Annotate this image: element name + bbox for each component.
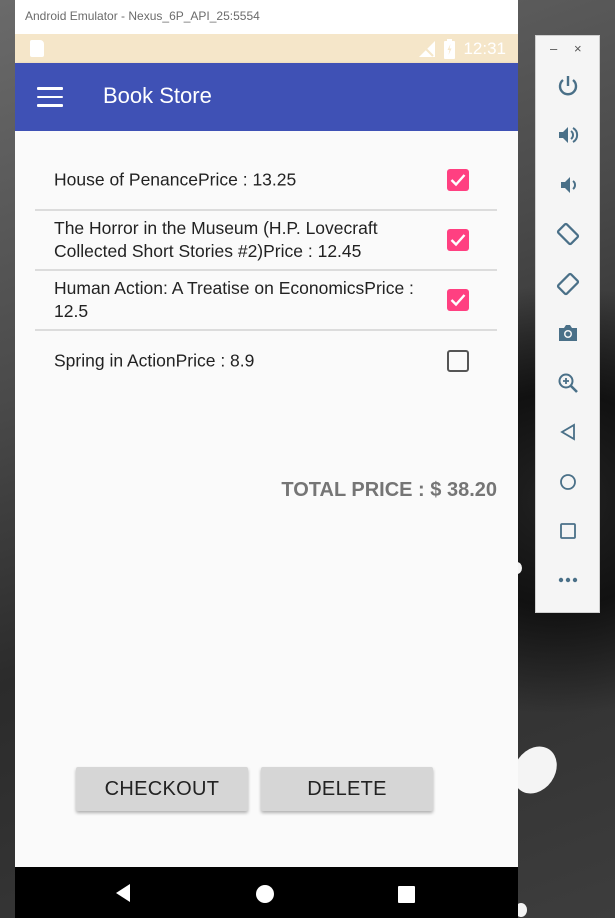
book-checkbox[interactable] <box>447 169 469 191</box>
camera-icon[interactable] <box>556 321 580 345</box>
emulator-window: Android Emulator - Nexus_6P_API_25:5554 … <box>15 0 518 918</box>
book-list-item[interactable]: The Horror in the Museum (H.P. Lovecraft… <box>35 211 497 271</box>
minimize-button[interactable]: – <box>550 41 557 56</box>
sd-card-icon <box>30 40 44 57</box>
more-icon[interactable] <box>556 568 580 592</box>
delete-button[interactable]: DELETE <box>261 767 433 811</box>
status-icons: 12:31 <box>416 39 506 59</box>
checkout-button[interactable]: CHECKOUT <box>76 767 248 811</box>
volume-up-icon[interactable] <box>556 123 580 147</box>
book-list-item[interactable]: Spring in ActionPrice : 8.9 <box>35 331 497 391</box>
book-label: The Horror in the Museum (H.P. Lovecraft… <box>54 218 378 261</box>
book-label: House of PenancePrice : 13.25 <box>54 169 297 190</box>
close-button[interactable]: × <box>574 41 582 56</box>
battery-icon <box>444 39 456 59</box>
book-list-item[interactable]: Human Action: A Treatise on EconomicsPri… <box>35 271 497 331</box>
book-list: House of PenancePrice : 13.25 The Horror… <box>35 151 497 391</box>
emulator-side-toolbar: – × <box>535 35 600 613</box>
back-icon[interactable] <box>556 420 580 444</box>
book-label: Human Action: A Treatise on EconomicsPri… <box>54 278 414 321</box>
navigation-bar <box>15 867 518 918</box>
home-icon[interactable] <box>256 885 274 903</box>
book-checkbox[interactable] <box>447 350 469 372</box>
window-title: Android Emulator - Nexus_6P_API_25:5554 <box>25 9 260 23</box>
home-icon[interactable] <box>556 470 580 494</box>
recents-icon[interactable] <box>398 886 415 903</box>
main-content: House of PenancePrice : 13.25 The Horror… <box>15 131 518 867</box>
overview-icon[interactable] <box>556 519 580 543</box>
app-bar: Book Store <box>15 63 518 131</box>
book-label: Spring in ActionPrice : 8.9 <box>54 350 255 371</box>
rotate-left-icon[interactable] <box>556 222 580 246</box>
power-icon[interactable] <box>556 74 580 98</box>
signal-icon <box>416 40 436 58</box>
back-icon[interactable] <box>115 883 131 908</box>
book-checkbox[interactable] <box>447 289 469 311</box>
menu-icon[interactable] <box>37 87 63 107</box>
volume-down-icon[interactable] <box>556 173 580 197</box>
book-list-item[interactable]: House of PenancePrice : 13.25 <box>35 151 497 211</box>
rotate-right-icon[interactable] <box>556 272 580 296</box>
app-title: Book Store <box>103 83 212 108</box>
book-checkbox[interactable] <box>447 229 469 251</box>
status-clock: 12:31 <box>463 39 506 58</box>
total-price: TOTAL PRICE : $ 38.20 <box>281 479 497 501</box>
zoom-icon[interactable] <box>556 371 580 395</box>
status-bar: 12:31 <box>15 34 518 63</box>
